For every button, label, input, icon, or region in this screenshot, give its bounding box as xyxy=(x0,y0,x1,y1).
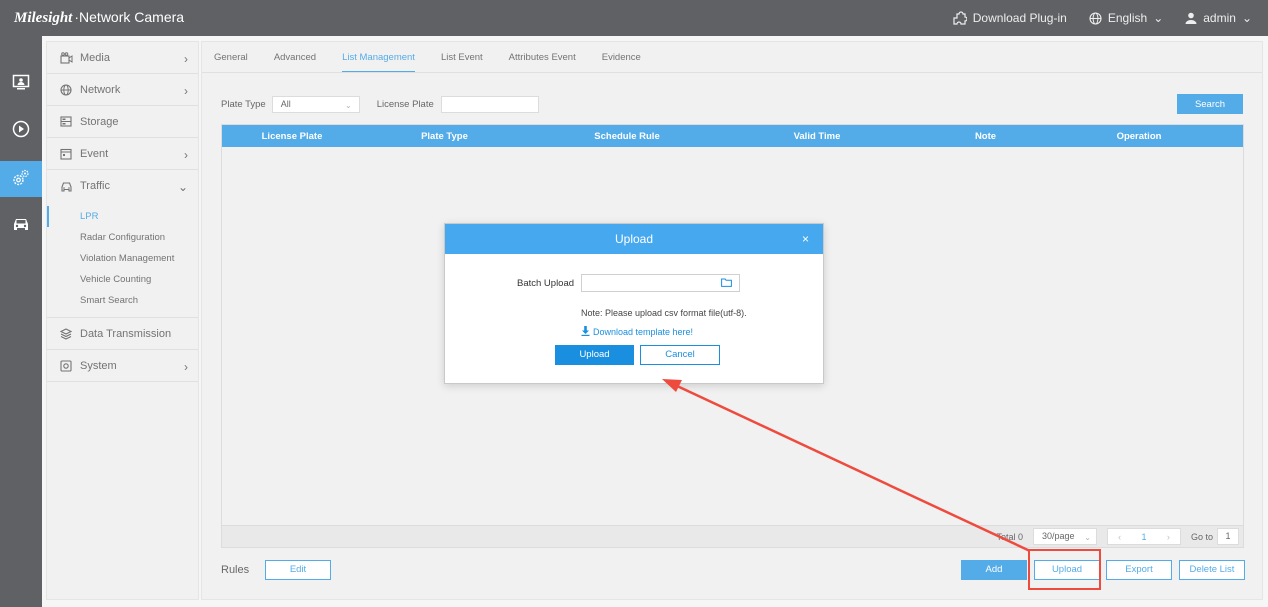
annotation-arrow xyxy=(662,379,1031,553)
